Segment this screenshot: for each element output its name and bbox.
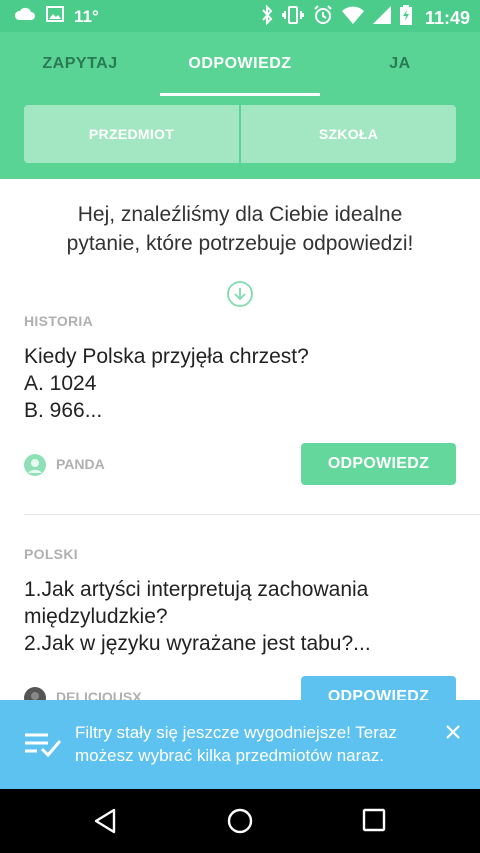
tab-bar: ZAPYTAJ ODPOWIEDZ JA bbox=[0, 32, 480, 96]
author-name[interactable]: PANDA bbox=[56, 456, 105, 472]
intro-message: Hej, znaleźliśmy dla Ciebie idealne pyta… bbox=[20, 200, 460, 258]
cloud-icon bbox=[14, 7, 36, 26]
avatar[interactable] bbox=[24, 454, 46, 476]
question-line: 1.Jak artyści interpretują zachowania bbox=[24, 578, 369, 601]
home-icon[interactable] bbox=[226, 807, 254, 840]
filter-group: PRZEDMIOT SZKOŁA bbox=[24, 105, 456, 163]
question-card[interactable]: HISTORIA Kiedy Polska przyjęła chrzest? … bbox=[24, 313, 456, 485]
filter-school-button[interactable]: SZKOŁA bbox=[239, 105, 456, 163]
signal-icon bbox=[372, 6, 391, 29]
close-icon[interactable] bbox=[445, 724, 461, 740]
question-subject: POLSKI bbox=[24, 546, 78, 562]
intro-line-1: Hej, znaleźliśmy dla Ciebie idealne bbox=[77, 203, 403, 226]
clock-text: 11:49 bbox=[424, 7, 470, 28]
tab-ja[interactable]: JA bbox=[320, 32, 480, 96]
status-bar: 11° 11:49 bbox=[0, 0, 480, 32]
navigation-bar bbox=[0, 789, 480, 853]
temperature-text: 11° bbox=[74, 6, 99, 26]
toast-message: Filtry stały się jeszcze wygodniejsze! T… bbox=[75, 721, 435, 767]
image-icon bbox=[46, 6, 64, 27]
toast-line-2: możesz wybrać kilka przedmiotów naraz. bbox=[75, 746, 384, 765]
recents-icon[interactable] bbox=[361, 807, 387, 838]
filter-bar: PRZEDMIOT SZKOŁA bbox=[0, 96, 480, 179]
question-line: Kiedy Polska przyjęła chrzest? bbox=[24, 345, 309, 368]
question-line: B. 966... bbox=[24, 399, 103, 422]
question-subject: HISTORIA bbox=[24, 313, 94, 329]
question-card[interactable]: POLSKI 1.Jak artyści interpretują zachow… bbox=[24, 546, 456, 718]
filters-info-toast: Filtry stały się jeszcze wygodniejsze! T… bbox=[0, 700, 480, 789]
question-footer: PANDA ODPOWIEDZ bbox=[24, 443, 456, 485]
filter-subject-button[interactable]: PRZEDMIOT bbox=[24, 105, 239, 163]
question-line: międzyludzkie? bbox=[24, 605, 168, 628]
answer-button[interactable]: ODPOWIEDZ bbox=[301, 443, 456, 485]
bluetooth-icon bbox=[261, 4, 273, 30]
battery-icon bbox=[399, 5, 412, 30]
vibrate-icon bbox=[281, 5, 304, 30]
back-icon[interactable] bbox=[92, 807, 120, 840]
question-line: A. 1024 bbox=[24, 372, 97, 395]
intro-line-2: pytanie, które potrzebuje odpowiedzi! bbox=[66, 232, 414, 255]
filter-list-icon bbox=[24, 732, 62, 763]
tab-odpowiedz[interactable]: ODPOWIEDZ bbox=[160, 32, 320, 96]
question-text[interactable]: 1.Jak artyści interpretują zachowania mi… bbox=[24, 576, 456, 657]
question-text[interactable]: Kiedy Polska przyjęła chrzest? A. 1024 B… bbox=[24, 343, 456, 424]
wifi-icon bbox=[341, 6, 364, 29]
toast-line-1: Filtry stały się jeszcze wygodniejsze! T… bbox=[75, 723, 397, 742]
tab-zapytaj[interactable]: ZAPYTAJ bbox=[0, 32, 160, 96]
arrow-down-circle-icon bbox=[226, 280, 254, 308]
question-line: 2.Jak w języku wyrażane jest tabu?... bbox=[24, 632, 371, 655]
alarm-icon bbox=[313, 5, 333, 30]
divider bbox=[24, 514, 480, 515]
